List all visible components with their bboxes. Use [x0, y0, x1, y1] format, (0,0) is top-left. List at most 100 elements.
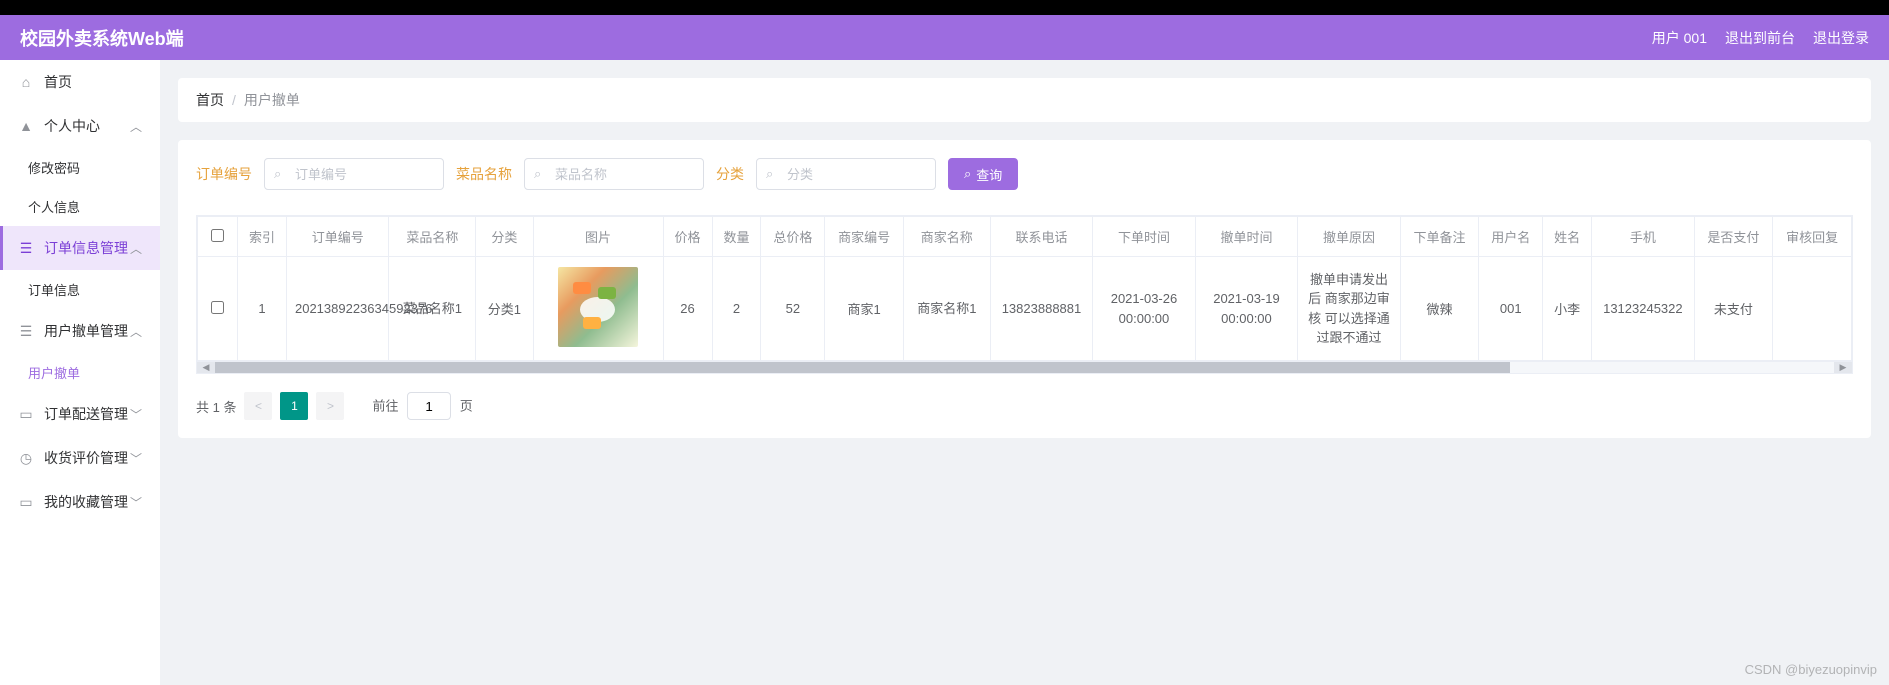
search-order-no-input[interactable] — [264, 158, 444, 190]
cell-order-time: 2021-03-26 00:00:00 — [1093, 257, 1196, 361]
select-all-checkbox[interactable] — [211, 229, 224, 242]
scroll-thumb[interactable] — [215, 362, 1510, 373]
scroll-track[interactable] — [215, 362, 1834, 373]
breadcrumb: 首页 / 用户撤单 — [178, 78, 1871, 122]
chevron-up-icon: ︿ — [130, 240, 142, 257]
pagination-page-1[interactable]: 1 — [280, 392, 308, 420]
nav-delivery-mgmt-label: 订单配送管理 — [44, 404, 128, 424]
col-qty: 数量 — [712, 217, 761, 257]
top-black-bar — [0, 0, 1889, 15]
chevron-up-icon: ︿ — [130, 118, 142, 135]
nav-user-cancel[interactable]: 用户撤单 — [0, 353, 160, 392]
clock-icon: ◷ — [18, 450, 34, 467]
pagination: 共 1 条 < 1 > 前往 页 — [196, 392, 1853, 420]
nav-personal-info[interactable]: 个人信息 — [0, 187, 160, 226]
cell-total: 52 — [761, 257, 825, 361]
chevron-down-icon: ﹀ — [130, 406, 142, 423]
cell-qty: 2 — [712, 257, 761, 361]
data-table: 索引 订单编号 菜品名称 分类 图片 价格 数量 总价格 商家编号 商家名称 联… — [197, 216, 1852, 361]
nav-personal-center[interactable]: ▲ 个人中心 ︿ — [0, 104, 160, 148]
nav-favorites-mgmt-label: 我的收藏管理 — [44, 492, 128, 512]
table-container: 索引 订单编号 菜品名称 分类 图片 价格 数量 总价格 商家编号 商家名称 联… — [196, 215, 1853, 362]
pagination-jump-input[interactable] — [407, 392, 451, 420]
cell-merchant-name: 商家名称1 — [903, 257, 990, 361]
pagination-jump-suffix: 页 — [460, 399, 473, 414]
search-order-no-label: 订单编号 — [196, 164, 252, 184]
cell-mobile: 13123245322 — [1592, 257, 1695, 361]
nav-user-cancel-mgmt-label: 用户撤单管理 — [44, 321, 128, 341]
cell-order-no: 2021389223634592376 — [286, 257, 389, 361]
row-checkbox[interactable] — [211, 301, 224, 314]
col-merchant-name: 商家名称 — [903, 217, 990, 257]
cell-paid: 未支付 — [1694, 257, 1773, 361]
nav-delivery-mgmt[interactable]: ▭ 订单配送管理 ﹀ — [0, 392, 160, 436]
user-icon: ▲ — [18, 118, 34, 134]
search-order-no-wrapper: ⌕ — [264, 158, 444, 190]
breadcrumb-current: 用户撤单 — [244, 90, 300, 110]
search-bar: 订单编号 ⌕ 菜品名称 ⌕ 分类 ⌕ ⌕ 查询 — [196, 158, 1853, 190]
content-panel: 订单编号 ⌕ 菜品名称 ⌕ 分类 ⌕ ⌕ 查询 — [178, 140, 1871, 438]
col-index: 索引 — [238, 217, 287, 257]
app-header: 校园外卖系统Web端 用户 001 退出到前台 退出登录 — [0, 15, 1889, 60]
app-title: 校园外卖系统Web端 — [20, 25, 184, 51]
col-total: 总价格 — [761, 217, 825, 257]
cell-cancel-reason: 撤单申请发出后 商家那边审核 可以选择通过跟不通过 — [1298, 257, 1401, 361]
pagination-prev-button[interactable]: < — [244, 392, 272, 420]
col-mobile: 手机 — [1592, 217, 1695, 257]
cell-index: 1 — [238, 257, 287, 361]
chat-icon: ▭ — [18, 406, 34, 423]
search-category-label: 分类 — [716, 164, 744, 184]
col-phone: 联系电话 — [990, 217, 1093, 257]
sidebar: ⌂ 首页 ▲ 个人中心 ︿ 修改密码 个人信息 ☰ 订单信息管理 ︿ 订单信息 … — [0, 60, 160, 685]
breadcrumb-home[interactable]: 首页 — [196, 90, 224, 110]
search-dish-name-label: 菜品名称 — [456, 164, 512, 184]
nav-home-label: 首页 — [44, 72, 72, 92]
cell-username: 001 — [1479, 257, 1543, 361]
nav-order-info[interactable]: 订单信息 — [0, 270, 160, 309]
chevron-down-icon: ﹀ — [130, 450, 142, 467]
col-category: 分类 — [476, 217, 533, 257]
search-category-input[interactable] — [756, 158, 936, 190]
nav-change-password[interactable]: 修改密码 — [0, 148, 160, 187]
list-icon: ☰ — [18, 323, 34, 340]
col-paid: 是否支付 — [1694, 217, 1773, 257]
dish-image[interactable] — [558, 267, 638, 347]
search-dish-name-input[interactable] — [524, 158, 704, 190]
nav-review-mgmt-label: 收货评价管理 — [44, 448, 128, 468]
cell-image — [533, 257, 663, 361]
table-row: 1 2021389223634592376 菜品名称1 分类1 26 2 52 … — [198, 257, 1852, 361]
main-content: 首页 / 用户撤单 订单编号 ⌕ 菜品名称 ⌕ 分类 ⌕ — [160, 60, 1889, 685]
nav-review-mgmt[interactable]: ◷ 收货评价管理 ﹀ — [0, 436, 160, 480]
query-button[interactable]: ⌕ 查询 — [948, 158, 1018, 190]
col-image: 图片 — [533, 217, 663, 257]
col-dish-name: 菜品名称 — [389, 217, 476, 257]
current-user[interactable]: 用户 001 — [1652, 28, 1707, 48]
col-order-time: 下单时间 — [1093, 217, 1196, 257]
pagination-next-button[interactable]: > — [316, 392, 344, 420]
pagination-total: 共 1 条 — [196, 397, 236, 416]
list-icon: ☰ — [18, 240, 34, 257]
pagination-jump: 前往 页 — [372, 392, 472, 420]
nav-personal-center-label: 个人中心 — [44, 116, 100, 136]
cell-price: 26 — [663, 257, 712, 361]
nav-home[interactable]: ⌂ 首页 — [0, 60, 160, 104]
table-header-row: 索引 订单编号 菜品名称 分类 图片 价格 数量 总价格 商家编号 商家名称 联… — [198, 217, 1852, 257]
nav-order-info-mgmt[interactable]: ☰ 订单信息管理 ︿ — [0, 226, 160, 270]
logout-to-front-link[interactable]: 退出到前台 — [1725, 28, 1795, 48]
nav-user-cancel-mgmt[interactable]: ☰ 用户撤单管理 ︿ — [0, 309, 160, 353]
cell-phone: 13823888881 — [990, 257, 1093, 361]
cell-dish-name: 菜品名称1 — [389, 257, 476, 361]
search-icon: ⌕ — [534, 166, 541, 182]
scroll-right-arrow[interactable]: ▶ — [1834, 362, 1852, 373]
scroll-left-arrow[interactable]: ◀ — [197, 362, 215, 373]
horizontal-scrollbar[interactable]: ◀ ▶ — [196, 362, 1853, 374]
nav-favorites-mgmt[interactable]: ▭ 我的收藏管理 ﹀ — [0, 480, 160, 524]
nav-order-info-mgmt-label: 订单信息管理 — [44, 238, 128, 258]
cell-cancel-time: 2021-03-19 00:00:00 — [1195, 257, 1298, 361]
home-icon: ⌂ — [18, 74, 34, 90]
col-checkbox — [198, 217, 238, 257]
chevron-up-icon: ︿ — [130, 323, 142, 340]
query-button-label: 查询 — [976, 165, 1002, 184]
logout-link[interactable]: 退出登录 — [1813, 28, 1869, 48]
col-name: 姓名 — [1543, 217, 1592, 257]
